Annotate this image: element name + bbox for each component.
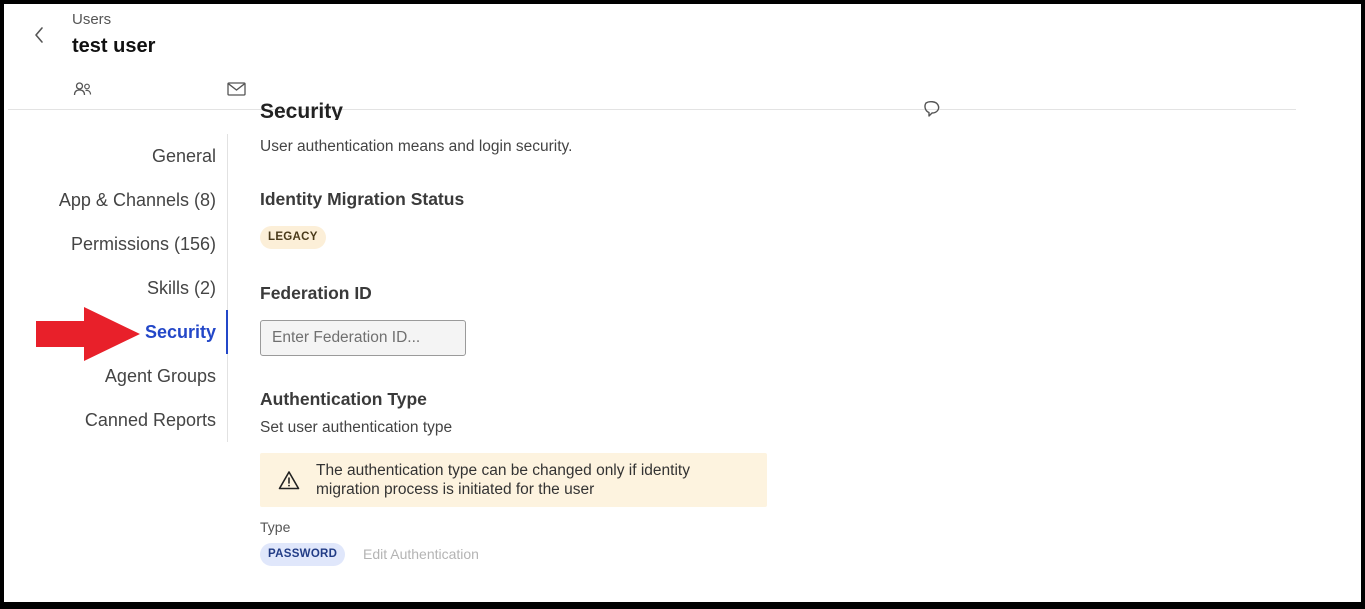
users-icon (73, 82, 92, 96)
auth-type-badge: PASSWORD (260, 543, 346, 566)
header-divider (8, 109, 1296, 110)
section-description: User authentication means and login secu… (260, 138, 573, 155)
authentication-type-subtitle: Set user authentication type (260, 419, 453, 436)
edit-authentication-link[interactable]: Edit Authentication (363, 546, 479, 562)
side-nav-border (227, 134, 228, 442)
authentication-type-heading: Authentication Type (260, 389, 427, 409)
nav-item-app-channels[interactable]: App & Channels (8) (59, 190, 216, 211)
warning-banner: The authentication type can be changed o… (260, 453, 767, 507)
type-label: Type (260, 519, 291, 535)
warning-text: The authentication type can be changed o… (316, 462, 690, 498)
users-tab[interactable] (73, 80, 93, 98)
breadcrumb[interactable]: Users (72, 11, 111, 28)
chat-bubble-icon (924, 100, 940, 117)
federation-id-input[interactable] (260, 320, 466, 356)
nav-item-permissions[interactable]: Permissions (156) (71, 234, 216, 255)
nav-item-agent-groups[interactable]: Agent Groups (105, 366, 216, 387)
nav-item-skills[interactable]: Skills (2) (147, 278, 216, 299)
page-title: test user (72, 35, 156, 57)
feedback-button[interactable] (922, 100, 942, 120)
nav-item-canned-reports[interactable]: Canned Reports (85, 410, 216, 431)
nav-item-general[interactable]: General (152, 146, 216, 167)
active-indicator (226, 310, 228, 354)
section-title: Security (260, 100, 343, 120)
mail-tab[interactable] (226, 80, 246, 98)
status-badge: LEGACY (260, 226, 326, 249)
screenshot-frame (0, 0, 1365, 609)
nav-item-security[interactable]: Security (145, 322, 216, 343)
identity-migration-heading: Identity Migration Status (260, 189, 465, 209)
mail-icon (226, 82, 246, 96)
warning-icon (278, 471, 300, 490)
federation-id-heading: Federation ID (260, 283, 372, 303)
red-arrow-icon (36, 307, 140, 361)
back-button[interactable] (28, 22, 50, 48)
back-chevron-icon (35, 27, 43, 43)
